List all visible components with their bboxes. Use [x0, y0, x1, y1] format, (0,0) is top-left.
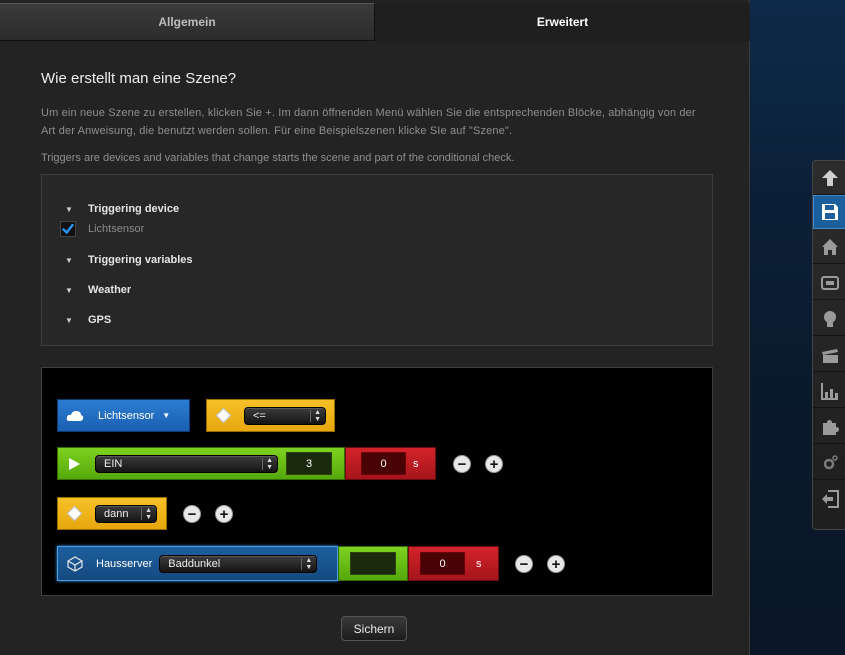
action-block-label: Hausserver — [96, 557, 153, 570]
bulb-icon — [823, 310, 836, 327]
toolbar-devices[interactable] — [813, 266, 845, 300]
chevron-down-icon: ▼ — [65, 285, 73, 295]
trigger-group-gps[interactable]: ▼ GPS — [64, 314, 111, 326]
trigger-group-label: Weather — [88, 284, 132, 296]
action-value-input[interactable] — [350, 552, 396, 575]
updown-arrow-icon: ▲ ▼ — [314, 408, 321, 423]
page-title: Wie erstellt man eine Szene? — [41, 70, 237, 87]
state-delay-unit: s — [413, 457, 419, 470]
plus-icon: + — [489, 455, 499, 473]
device-block[interactable]: Lichtsensor ▼ — [57, 399, 190, 432]
toolbar-plugins[interactable] — [813, 410, 845, 444]
operator-block[interactable]: <= ▲ ▼ — [206, 399, 335, 432]
tab-erweitert[interactable]: Erweitert — [375, 3, 750, 41]
settings-panel: Allgemein Erweitert Wie erstellt man ein… — [0, 0, 750, 655]
action-delay-block: 0 s — [408, 546, 499, 581]
chevron-down-icon: ▼ — [65, 315, 73, 325]
toolbar-scenes[interactable] — [813, 338, 845, 372]
toolbar-logout[interactable] — [813, 482, 845, 516]
then-select-value: dann — [104, 507, 129, 520]
devices-icon — [820, 275, 839, 290]
toolbar-save[interactable] — [813, 195, 845, 229]
action-select[interactable]: Baddunkel ▲ ▼ — [159, 554, 318, 573]
trigger-group-label: Triggering variables — [88, 254, 193, 266]
tab-bar: Allgemein Erweitert — [0, 3, 750, 41]
side-toolbar — [812, 160, 845, 530]
updown-arrow-icon: ▲ ▼ — [305, 556, 313, 571]
trigger-group-label: Triggering device — [88, 203, 180, 215]
logout-icon — [821, 490, 839, 508]
action-value-block — [338, 546, 408, 581]
trigger-group-device[interactable]: ▼ Triggering device — [64, 203, 179, 215]
action-block[interactable]: Hausserver Baddunkel ▲ ▼ — [57, 546, 338, 581]
updown-arrow-icon: ▲ ▼ — [145, 506, 152, 521]
add-then-button[interactable]: + — [215, 505, 233, 523]
minus-icon: − — [519, 555, 529, 573]
remove-action-button[interactable]: − — [515, 555, 533, 573]
trigger-group-variables[interactable]: ▼ Triggering variables — [64, 254, 193, 266]
chart-icon — [820, 382, 838, 400]
minus-icon: − — [187, 505, 197, 523]
scene-builder: Lichtsensor ▼ <= ▲ ▼ EIN ▲ ▼ 3 0 s − + d… — [41, 367, 713, 596]
chevron-down-icon: ▼ — [65, 204, 73, 214]
play-icon — [69, 457, 80, 470]
plus-icon: + — [219, 505, 229, 523]
arrow-up-icon — [821, 169, 838, 186]
trigger-device-item[interactable]: Lichtsensor — [60, 221, 144, 237]
cloud-icon — [66, 410, 84, 421]
remove-state-button[interactable]: − — [453, 455, 471, 473]
state-number-input[interactable]: 3 — [286, 452, 332, 475]
cube-icon — [67, 555, 83, 572]
state-block[interactable]: EIN ▲ ▼ 3 — [57, 447, 345, 480]
toolbar-statistics[interactable] — [813, 374, 845, 408]
add-action-button[interactable]: + — [547, 555, 565, 573]
clapper-icon — [821, 348, 838, 363]
action-delay-unit: s — [476, 557, 482, 570]
toolbar-light[interactable] — [813, 302, 845, 336]
puzzle-icon — [822, 419, 839, 435]
trigger-group-label: GPS — [88, 314, 112, 326]
diamond-icon — [215, 407, 232, 424]
tab-allgemein[interactable]: Allgemein — [0, 3, 375, 41]
plus-icon: + — [551, 555, 561, 573]
toolbar-home[interactable] — [813, 230, 845, 264]
device-item-label: Lichtsensor — [88, 223, 145, 235]
diamond-icon — [66, 505, 83, 522]
action-select-value: Baddunkel — [168, 557, 221, 570]
state-delay-input[interactable]: 0 — [361, 452, 406, 475]
then-block[interactable]: dann ▲ ▼ — [57, 497, 167, 530]
triggers-info-text: Triggers are devices and variables that … — [41, 152, 515, 164]
device-checkbox[interactable] — [60, 221, 76, 237]
state-select-value: EIN — [104, 457, 123, 470]
operator-select[interactable]: <= ▲ ▼ — [244, 406, 326, 425]
settings-icon — [823, 454, 838, 469]
save-button[interactable]: Sichern — [341, 616, 407, 641]
description-text: Um ein neue Szene zu erstellen, klicken … — [41, 107, 696, 137]
operator-select-value: <= — [253, 409, 266, 422]
action-delay-input[interactable]: 0 — [420, 552, 465, 575]
remove-then-button[interactable]: − — [183, 505, 201, 523]
toolbar-up[interactable] — [813, 161, 845, 195]
save-icon — [821, 204, 838, 220]
device-block-label: Lichtsensor — [98, 409, 155, 422]
trigger-group-weather[interactable]: ▼ Weather — [64, 284, 131, 296]
chevron-down-icon: ▼ — [65, 255, 73, 265]
minus-icon: − — [457, 455, 467, 473]
updown-arrow-icon: ▲ ▼ — [266, 456, 273, 471]
state-delay-block: 0 s — [345, 447, 436, 480]
then-select[interactable]: dann ▲ ▼ — [95, 504, 157, 523]
add-state-button[interactable]: + — [485, 455, 503, 473]
toolbar-settings[interactable] — [813, 446, 845, 480]
state-select[interactable]: EIN ▲ ▼ — [95, 454, 278, 473]
checkmark-icon — [62, 223, 74, 235]
home-icon — [821, 238, 838, 255]
trigger-list: ▼ Triggering device Lichtsensor ▼ Trigge… — [41, 174, 713, 346]
chevron-down-icon: ▼ — [162, 411, 171, 420]
